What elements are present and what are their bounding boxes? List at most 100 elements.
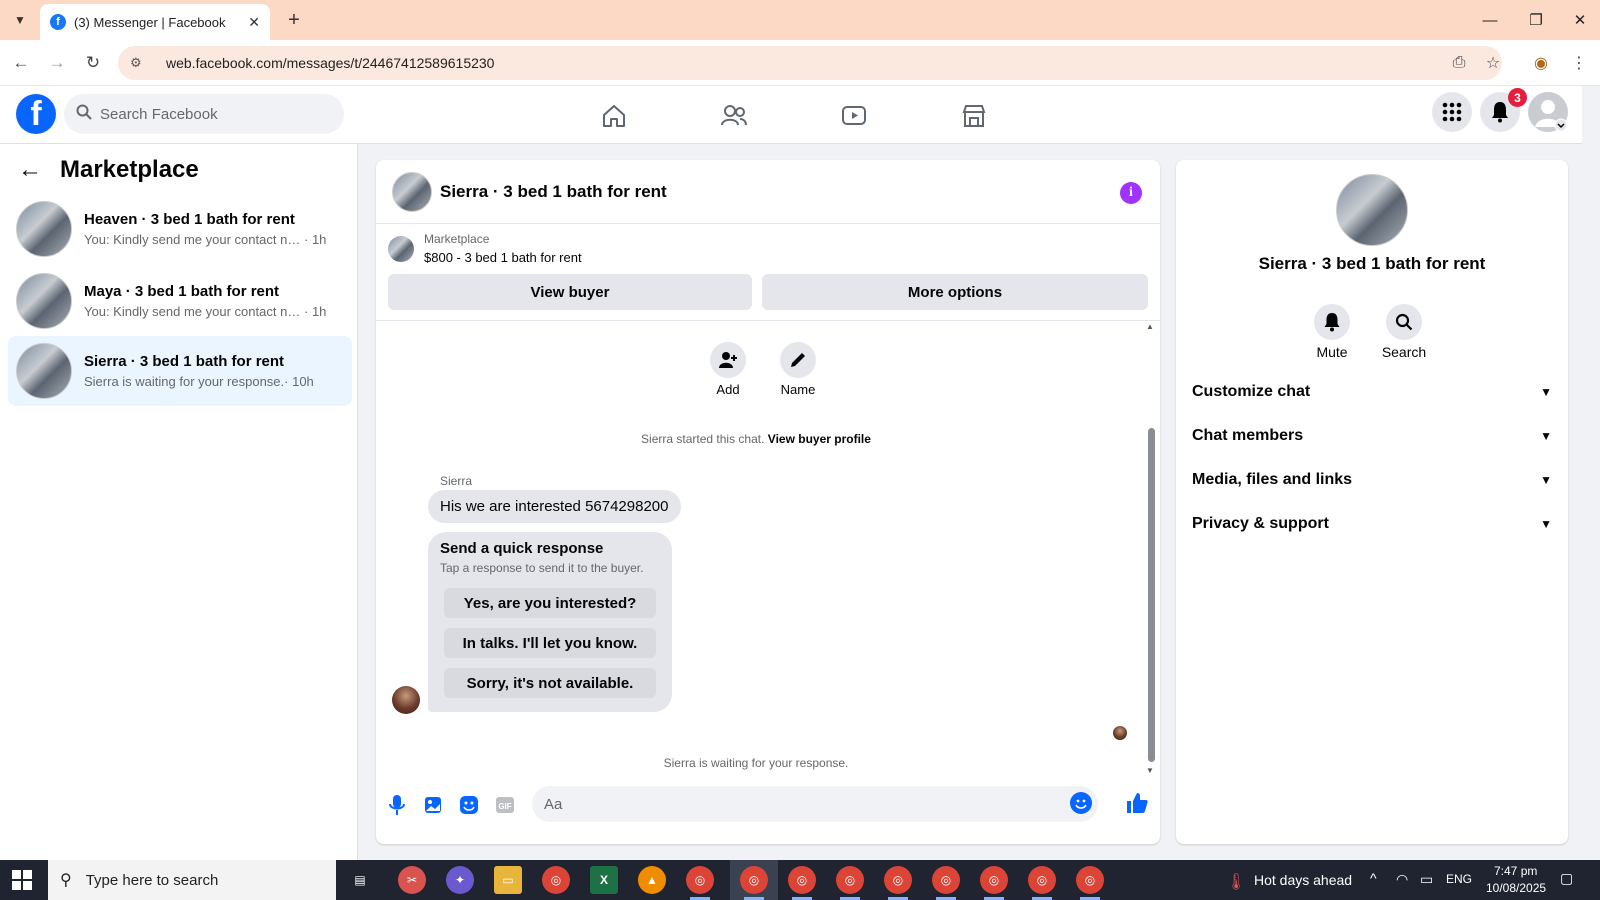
browser-tabbar: ▼ f (3) Messenger | Facebook ✕ + — ❐ ✕ [0, 0, 1600, 40]
taskbar-search-input[interactable]: ⚲ Type here to search [48, 860, 336, 900]
vlc-icon[interactable]: ▲ [638, 866, 666, 894]
restore-button[interactable]: ❐ [1516, 6, 1556, 34]
scroll-up-arrow-icon[interactable]: ▲ [1146, 322, 1154, 331]
chat-members-section[interactable]: Chat members ▼ [1192, 418, 1552, 454]
minimize-button[interactable]: — [1470, 6, 1510, 34]
chrome-window-icon[interactable]: ◎ [1028, 866, 1056, 900]
weather-text[interactable]: Hot days ahead [1254, 872, 1352, 888]
chrome-window-icon[interactable]: ◎ [1076, 866, 1104, 900]
back-button[interactable]: ← [8, 50, 34, 76]
close-window-button[interactable]: ✕ [1560, 6, 1600, 34]
thermometer-icon[interactable]: 🌡 [1226, 872, 1246, 892]
network-icon[interactable]: ◠ [1396, 871, 1408, 888]
clock-time[interactable]: 7:47 pm [1494, 864, 1537, 878]
back-arrow-icon[interactable]: ← [18, 156, 42, 184]
quick-response-subtitle: Tap a response to send it to the buyer. [440, 561, 644, 575]
more-options-button[interactable]: More options [762, 274, 1148, 310]
emoji-icon[interactable] [1070, 792, 1092, 814]
tab-search-chevron-icon[interactable]: ▼ [8, 8, 32, 32]
chevron-down-icon: ▼ [1540, 517, 1552, 531]
reload-button[interactable]: ↻ [80, 50, 106, 76]
view-buyer-profile-link[interactable]: View buyer profile [768, 432, 871, 446]
media-files-links-section[interactable]: Media, files and links ▼ [1192, 462, 1552, 498]
conversation-sierra[interactable]: Sierra · 3 bed 1 bath for rent Sierra is… [8, 336, 352, 406]
page-scrollbar[interactable] [1586, 90, 1596, 850]
conversation-name: Maya · 3 bed 1 bath for rent [84, 283, 280, 300]
facebook-search-input[interactable]: Search Facebook [64, 94, 344, 134]
home-icon[interactable] [596, 98, 632, 134]
url-field[interactable]: ⚙ web.facebook.com/messages/t/2446741258… [118, 46, 1502, 80]
chrome-icon[interactable]: ◎ [542, 866, 570, 894]
quick-response-title: Send a quick response [440, 540, 604, 557]
show-hidden-icons-chevron-icon[interactable]: ^ [1370, 870, 1377, 886]
chat-listing-avatar[interactable] [392, 172, 432, 212]
marketplace-listing-row[interactable]: Marketplace $800 - 3 bed 1 bath for rent [388, 232, 582, 265]
message-input[interactable]: Aa [532, 786, 1098, 822]
quick-reply-interested[interactable]: Yes, are you interested? [444, 588, 656, 618]
quick-reply-in-talks[interactable]: In talks. I'll let you know. [444, 628, 656, 658]
conversation-maya[interactable]: Maya · 3 bed 1 bath for rent You: Kindly… [8, 266, 352, 336]
view-buyer-button[interactable]: View buyer [388, 274, 752, 310]
profile-icon[interactable]: ◉ [1528, 50, 1554, 76]
menu-grid-icon[interactable] [1432, 92, 1472, 132]
windows-start-icon[interactable] [12, 870, 32, 890]
forward-button[interactable]: → [44, 50, 70, 76]
scroll-down-arrow-icon[interactable]: ▼ [1146, 766, 1154, 775]
bookmark-star-icon[interactable]: ☆ [1480, 50, 1506, 76]
chrome-window-icon[interactable]: ◎ [788, 866, 816, 900]
conversation-heaven[interactable]: Heaven · 3 bed 1 bath for rent You: Kind… [8, 194, 352, 264]
facebook-logo-icon[interactable]: f [16, 94, 56, 134]
language-indicator[interactable]: ENG [1446, 872, 1472, 886]
action-center-icon[interactable]: ▢ [1560, 870, 1573, 887]
listing-thumbnail [16, 273, 72, 329]
edit-name-pencil-icon[interactable] [780, 342, 816, 378]
marketplace-icon[interactable] [956, 98, 992, 134]
chrome-window-icon[interactable]: ◎ [740, 866, 768, 900]
chrome-window-icon[interactable]: ◎ [686, 866, 714, 900]
sender-avatar[interactable] [392, 686, 420, 714]
friends-icon[interactable] [716, 98, 752, 134]
chrome-window-icon[interactable]: ◎ [884, 866, 912, 900]
section-label: Privacy & support [1192, 515, 1329, 532]
microphone-icon[interactable] [386, 794, 408, 816]
like-thumbs-up-icon[interactable] [1124, 790, 1150, 816]
chrome-window-icon[interactable]: ◎ [836, 866, 864, 900]
install-app-icon[interactable]: ⎙ [1446, 50, 1472, 76]
account-avatar[interactable] [1528, 92, 1568, 132]
svg-text:GIF: GIF [498, 802, 511, 811]
gif-icon[interactable]: GIF [494, 794, 516, 816]
chat-scrollbar-thumb[interactable] [1148, 428, 1155, 762]
search-conversation-icon[interactable] [1386, 304, 1422, 340]
browser-tab-messenger[interactable]: f (3) Messenger | Facebook ✕ [40, 4, 270, 40]
tab-title: (3) Messenger | Facebook [74, 14, 226, 30]
quick-reply-not-available[interactable]: Sorry, it's not available. [444, 668, 656, 698]
task-view-icon[interactable]: ▤ [346, 866, 374, 894]
sticker-icon[interactable] [458, 794, 480, 816]
listing-thumbnail [388, 235, 414, 262]
chrome-window-icon[interactable]: ◎ [980, 866, 1008, 900]
video-icon[interactable] [836, 98, 872, 134]
excel-icon[interactable]: X [590, 866, 618, 894]
info-icon[interactable]: i [1120, 182, 1142, 204]
chat-details-avatar[interactable] [1336, 174, 1408, 246]
windows-taskbar: ⚲ Type here to search ▤ ✂ ✦ ▭ ◎ X ▲ ◎ ◎ … [0, 860, 1600, 900]
chat-title[interactable]: Sierra · 3 bed 1 bath for rent [440, 182, 667, 202]
browser-menu-icon[interactable]: ⋮ [1566, 50, 1592, 76]
marketplace-header: ← Marketplace [18, 156, 199, 184]
chevron-down-icon: ▼ [1540, 385, 1552, 399]
snip-tool-icon[interactable]: ✂ [398, 866, 426, 894]
chrome-window-icon[interactable]: ◎ [932, 866, 960, 900]
mute-bell-icon[interactable] [1314, 304, 1350, 340]
add-person-icon[interactable] [710, 342, 746, 378]
new-tab-button[interactable]: + [282, 8, 306, 32]
site-settings-icon[interactable]: ⚙ [130, 55, 148, 71]
close-tab-icon[interactable]: ✕ [248, 14, 260, 31]
customize-chat-section[interactable]: Customize chat ▼ [1192, 374, 1552, 410]
copilot-icon[interactable]: ✦ [446, 866, 474, 894]
clock-date[interactable]: 10/08/2025 [1486, 881, 1546, 895]
photo-icon[interactable] [422, 794, 444, 816]
battery-icon[interactable]: ▭ [1420, 871, 1433, 888]
privacy-support-section[interactable]: Privacy & support ▼ [1192, 506, 1552, 542]
file-explorer-icon[interactable]: ▭ [494, 866, 522, 894]
message-bubble[interactable]: His we are interested 5674298200 [428, 490, 681, 523]
